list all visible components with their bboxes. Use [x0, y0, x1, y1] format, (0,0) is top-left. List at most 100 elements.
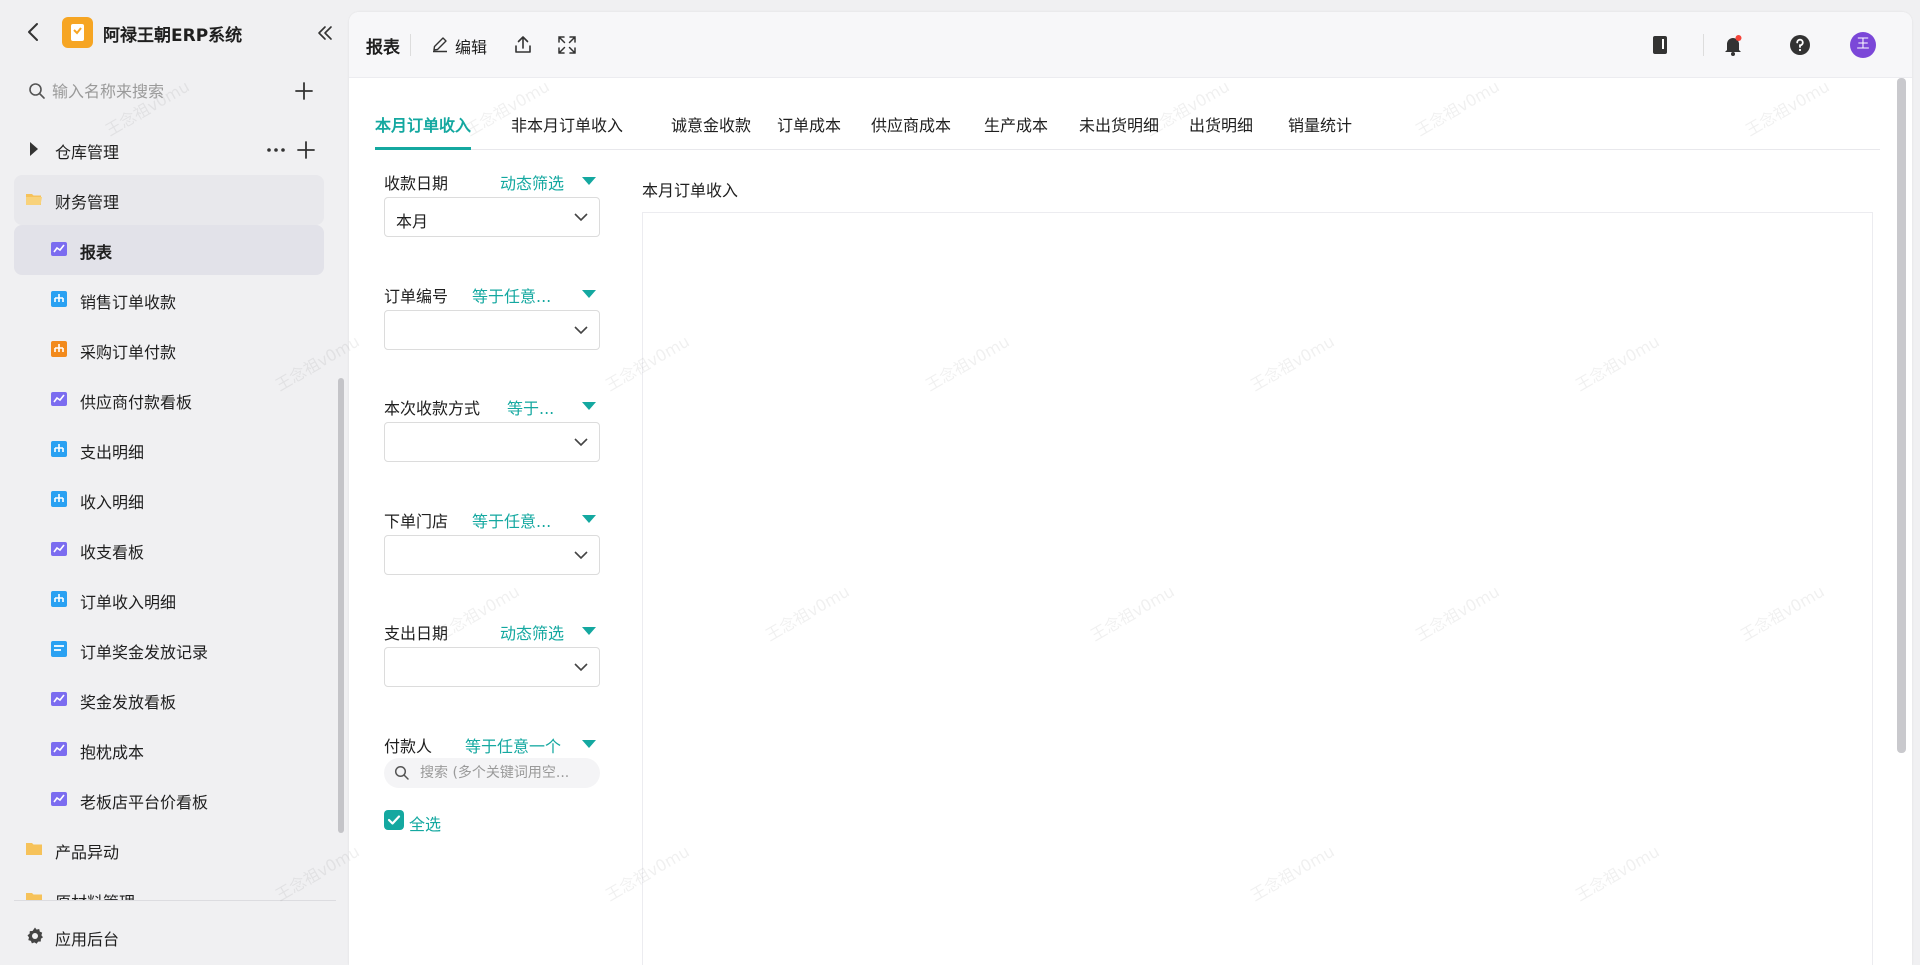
fullscreen-icon[interactable] — [556, 34, 578, 56]
help-icon[interactable] — [1788, 33, 1812, 57]
sidebar-item-label: 抱枕成本 — [80, 743, 145, 762]
chevron-down-icon — [574, 663, 588, 672]
tab-current-month-order-income[interactable]: 本月订单收入 — [375, 112, 472, 150]
filter-mode[interactable]: 等于任意一个 — [465, 733, 561, 757]
sidebar-group-label: 原材料管理 — [55, 889, 135, 900]
chevron-down-icon — [574, 213, 588, 222]
filter-mode[interactable]: 等于任意... — [472, 508, 551, 532]
collapse-sidebar-icon[interactable] — [314, 22, 336, 44]
chart-icon — [51, 742, 67, 756]
sidebar-item-order-income-details[interactable]: 订单收入明细 — [14, 575, 324, 625]
notebook-icon[interactable] — [1648, 33, 1672, 57]
filter-select-value: 本月 — [396, 212, 429, 231]
sidebar-group-label: 仓库管理 — [55, 143, 120, 162]
sidebar-item-store-price-board[interactable]: 老板店平台价看板 — [14, 775, 324, 825]
share-icon[interactable] — [512, 34, 534, 56]
sheet-icon — [51, 291, 67, 307]
add-icon[interactable] — [294, 138, 318, 162]
chart-icon — [51, 242, 67, 256]
filter-mode[interactable]: 动态筛选 — [500, 170, 564, 194]
payer-search-input[interactable] — [420, 762, 590, 784]
chart-icon — [51, 542, 67, 556]
sidebar-item-bonus-board[interactable]: 奖金发放看板 — [14, 675, 324, 725]
caret-down-icon[interactable] — [582, 515, 596, 523]
filter-select[interactable] — [384, 535, 600, 575]
sidebar-item-label: 订单奖金发放记录 — [80, 643, 209, 662]
tab-sales-statistics[interactable]: 销量统计 — [1288, 112, 1352, 150]
chevron-down-icon — [574, 551, 588, 560]
filter-label: 收款日期 — [384, 174, 449, 193]
pencil-icon — [433, 37, 447, 53]
more-icon[interactable] — [264, 138, 288, 162]
filter-mode[interactable]: 等于... — [507, 395, 554, 419]
sidebar-item-label: 收入明细 — [80, 493, 145, 512]
caret-down-icon[interactable] — [582, 290, 596, 298]
sidebar-group-raw-materials[interactable]: 原材料管理 — [14, 875, 324, 900]
filter-select[interactable]: 本月 — [384, 197, 600, 237]
filter-label: 支出日期 — [384, 624, 449, 643]
caret-down-icon[interactable] — [582, 740, 596, 748]
filter-select[interactable] — [384, 422, 600, 462]
sidebar-item-income-details[interactable]: 收入明细 — [14, 475, 324, 525]
sheet-icon — [51, 341, 67, 357]
sidebar-item-reports[interactable]: 报表 — [14, 225, 324, 275]
search-icon — [394, 765, 409, 780]
sidebar: 阿禄王朝ERP系统 仓库管理 财务管理 报表 销售订单收款 采购订 — [0, 0, 344, 965]
sidebar-item-purchase-order-payments[interactable]: 采购订单付款 — [14, 325, 324, 375]
main-scrollbar[interactable] — [1897, 78, 1906, 753]
toolbar-divider — [1703, 34, 1704, 56]
sidebar-group-product-changes[interactable]: 产品异动 — [14, 825, 324, 875]
sidebar-item-label: 奖金发放看板 — [80, 693, 177, 712]
sidebar-item-expense-details[interactable]: 支出明细 — [14, 425, 324, 475]
folder-icon — [26, 893, 42, 900]
sidebar-search — [24, 78, 324, 104]
payer-search — [384, 758, 600, 788]
tab-order-cost[interactable]: 订单成本 — [777, 112, 841, 150]
report-content: 本月订单收入 非本月订单收入 诚意金收款 订单成本 供应商成本 生产成本 未出货… — [363, 90, 1888, 965]
tab-production-cost[interactable]: 生产成本 — [984, 112, 1048, 150]
filter-select[interactable] — [384, 310, 600, 350]
sidebar-item-label: 采购订单付款 — [80, 343, 177, 362]
sidebar-group-warehouse[interactable]: 仓库管理 — [14, 125, 324, 175]
sidebar-group-finance[interactable]: 财务管理 — [14, 175, 324, 225]
sidebar-item-bonus-records[interactable]: 订单奖金发放记录 — [14, 625, 324, 675]
sheet-icon — [51, 491, 67, 507]
sidebar-item-income-expense-board[interactable]: 收支看板 — [14, 525, 324, 575]
chevron-down-icon — [574, 326, 588, 335]
checkbox-checked-icon[interactable] — [384, 810, 404, 830]
tab-unshipped-details[interactable]: 未出货明细 — [1079, 112, 1159, 150]
back-arrow-icon[interactable] — [22, 20, 46, 44]
folder-icon — [26, 843, 42, 855]
add-icon[interactable] — [292, 79, 316, 103]
top-toolbar: 报表 编辑 王 — [349, 12, 1912, 78]
sidebar-item-pillow-cost[interactable]: 抱枕成本 — [14, 725, 324, 775]
app-admin-button[interactable]: 应用后台 — [14, 916, 324, 956]
tab-shipped-details[interactable]: 出货明细 — [1189, 112, 1253, 150]
app-name: 阿禄王朝ERP系统 — [103, 26, 243, 46]
filter-select[interactable] — [384, 647, 600, 687]
caret-right-icon[interactable] — [30, 142, 38, 156]
sidebar-group-label: 财务管理 — [55, 193, 120, 212]
tab-non-current-month-order-income[interactable]: 非本月订单收入 — [511, 112, 623, 150]
sidebar-scrollbar[interactable] — [338, 378, 344, 833]
caret-down-icon[interactable] — [582, 402, 596, 410]
filter-mode[interactable]: 等于任意... — [472, 283, 551, 307]
sidebar-item-label: 报表 — [80, 243, 113, 262]
tab-supplier-cost[interactable]: 供应商成本 — [871, 112, 951, 150]
chart-area — [642, 212, 1873, 965]
tab-deposit-collection[interactable]: 诚意金收款 — [671, 112, 751, 150]
bell-icon[interactable] — [1721, 33, 1745, 57]
sidebar-item-sales-order-payments[interactable]: 销售订单收款 — [14, 275, 324, 325]
avatar[interactable]: 王 — [1850, 32, 1876, 58]
select-all-label: 全选 — [409, 815, 442, 834]
chart-icon — [51, 692, 67, 706]
sidebar-header: 阿禄王朝ERP系统 — [0, 0, 344, 66]
sheet-icon — [51, 591, 67, 607]
sidebar-item-label: 供应商付款看板 — [80, 393, 193, 412]
filter-mode[interactable]: 动态筛选 — [500, 620, 564, 644]
app-admin-label: 应用后台 — [55, 930, 120, 949]
caret-down-icon[interactable] — [582, 627, 596, 635]
sidebar-search-input[interactable] — [52, 78, 272, 104]
caret-down-icon[interactable] — [582, 177, 596, 185]
sidebar-item-supplier-payment-board[interactable]: 供应商付款看板 — [14, 375, 324, 425]
